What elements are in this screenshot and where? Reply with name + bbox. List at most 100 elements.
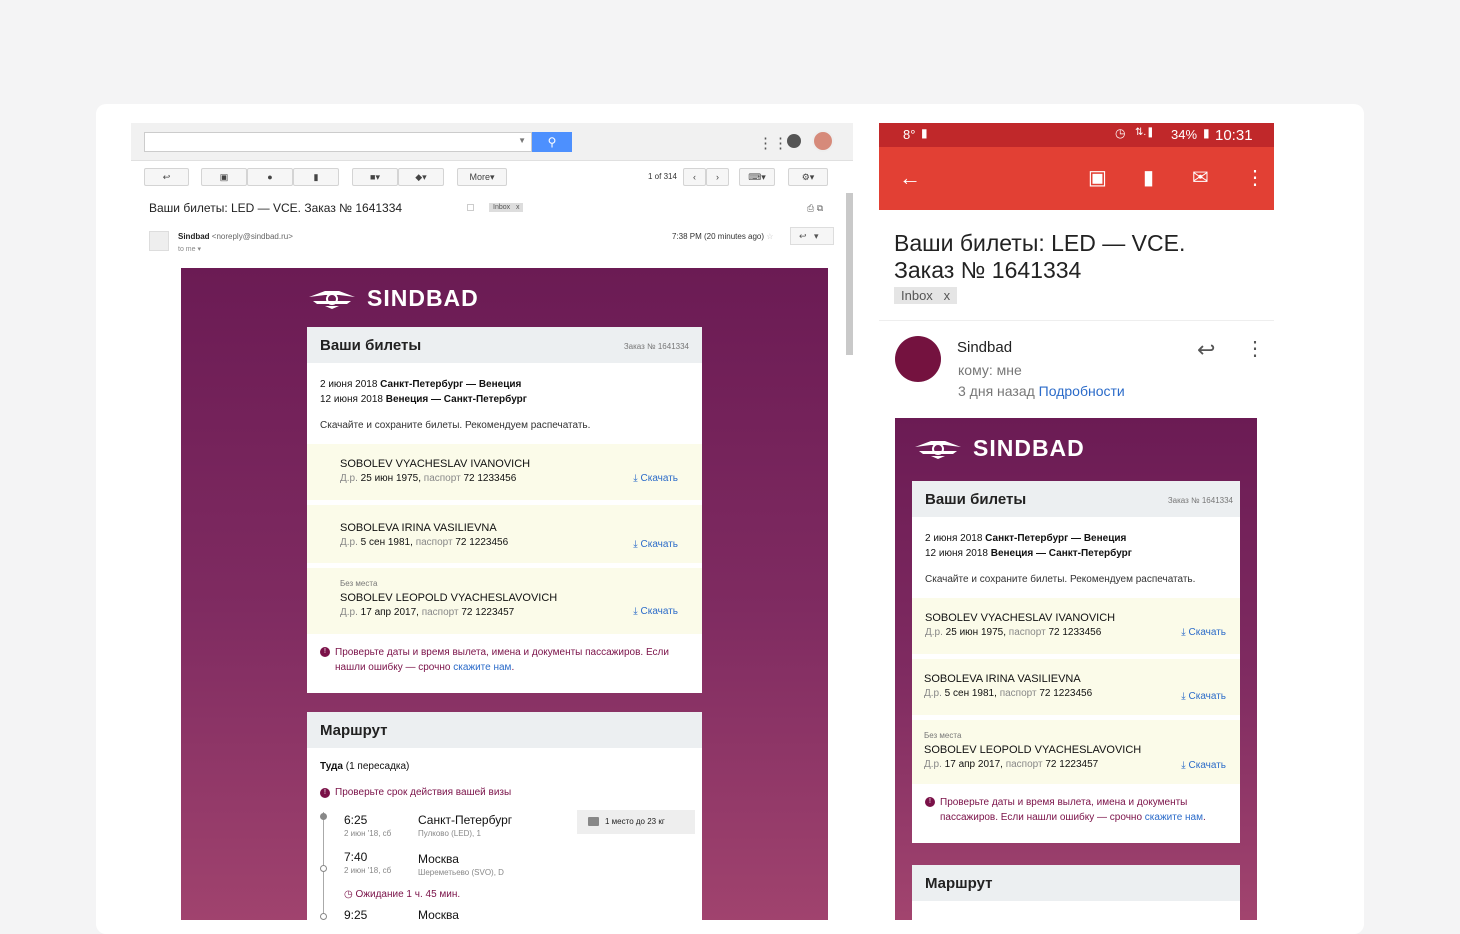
labels-button[interactable]: ◆▾ (398, 168, 444, 186)
order-number: Заказ № 1641334 (1167, 496, 1233, 505)
back-arrow-icon[interactable]: ← (899, 167, 921, 189)
inbox-label[interactable]: Inbox x (489, 203, 524, 212)
gmail-topbar: ▼ ⚲ ⋮⋮ (131, 123, 853, 161)
passenger-details: Д.р. 25 июн 1975, паспорт 72 1233456 (340, 473, 517, 484)
download-link[interactable]: ⤓ Скачать (1181, 627, 1226, 638)
details-link[interactable]: Подробности (1039, 383, 1125, 399)
reply-icon[interactable]: ↩ (1197, 337, 1215, 363)
no-seat-note: Без места (924, 731, 962, 740)
brand-logo: SINDBAD (307, 285, 479, 312)
chevron-down-icon[interactable]: ▼ (518, 136, 526, 145)
report-spam-button[interactable]: ● (247, 168, 293, 186)
passenger-row: Без места SOBOLEV LEOPOLD VYACHESLAVOVIC… (912, 720, 1240, 784)
download-link[interactable]: ⤓ Скачать (633, 473, 678, 484)
tell-us-link[interactable]: скажите нам (1145, 812, 1203, 823)
route-date: 2 июня 2018 (925, 533, 983, 544)
brand-name: SINDBAD (367, 285, 479, 311)
dob-label: Д.р. (340, 537, 358, 548)
download-icon: ⤓ (633, 606, 638, 617)
passenger-name: SOBOLEV VYACHESLAV IVANOVICH (925, 612, 1116, 624)
download-link[interactable]: ⤓ Скачать (633, 606, 678, 617)
apps-grid-icon[interactable]: ⋮⋮ (758, 134, 788, 152)
status-battery: 34% (1171, 127, 1198, 142)
star-icon[interactable]: ☆ (766, 232, 773, 241)
download-link[interactable]: ⤓ Скачать (1181, 691, 1226, 702)
page-counter: 1 of 314 (648, 172, 677, 181)
passport: 72 1223456 (1039, 688, 1093, 699)
download-label: Скачать (1188, 760, 1227, 771)
gmail-android-window: 8° ▮ ◷ ⇅.❚ 34% ▮ 10:31 ← ▣ ▮ ✉ ⋮ Ваши би… (879, 123, 1274, 920)
recipient-line[interactable]: to me ▾ (178, 245, 201, 253)
sender-avatar (895, 336, 941, 382)
dob: 25 июн 1975 (945, 627, 1004, 638)
search-input[interactable]: ▼ (144, 132, 532, 152)
download-link[interactable]: ⤓ Скачать (633, 539, 678, 550)
reply-button[interactable]: ↩ ▾ (790, 227, 834, 245)
avatar[interactable] (812, 130, 834, 152)
subject-line-1: Ваши билеты: LED — VCE. (894, 230, 1186, 256)
folder-icon: ■▾ (370, 172, 380, 182)
newer-button[interactable]: ‹ (683, 168, 706, 186)
segment-city: Москва (418, 852, 459, 866)
mail-icon[interactable]: ✉ (1192, 167, 1209, 189)
passenger-name: SOBOLEVA IRINA VASILIEVNA (340, 522, 497, 534)
layover-text: Ожидание 1 ч. 45 мин. (355, 889, 461, 900)
search-button[interactable]: ⚲ (532, 132, 572, 152)
download-label: Скачать (1188, 627, 1227, 638)
tell-us-link[interactable]: скажите нам (453, 662, 511, 673)
layover-note: ◷ Ожидание 1 ч. 45 мин. (344, 889, 460, 900)
archive-icon[interactable]: ▣ (1088, 167, 1107, 189)
subject-line-2: Заказ № 1641334 (894, 257, 1082, 283)
more-button[interactable]: More▾ (457, 168, 507, 186)
passenger-details: Д.р. 5 сен 1981, паспорт 72 1223456 (924, 688, 1093, 699)
passenger-name: SOBOLEVA IRINA VASILIEVNA (924, 673, 1081, 685)
inbox-label[interactable]: Inbox x (894, 287, 958, 304)
tickets-header: Ваши билеты Заказ № 1641334 (307, 327, 702, 363)
move-to-button[interactable]: ■▾ (352, 168, 398, 186)
route-line-2: 12 июня 2018 Венеция — Санкт-Петербург (320, 392, 689, 407)
check-warning: ! Проверьте даты и время вылета, имена и… (307, 634, 702, 693)
direction-label: Туда (320, 761, 343, 772)
older-button[interactable]: › (706, 168, 729, 186)
print-icon[interactable]: ⎙ ⧉ (807, 203, 823, 214)
search-icon: ⚲ (547, 135, 557, 149)
passport: 72 1223457 (1045, 759, 1099, 770)
gear-icon: ⚙▾ (801, 172, 815, 182)
notifications-icon[interactable] (787, 134, 801, 148)
sender-email: <noreply@sindbad.ru> (211, 232, 293, 241)
delete-button[interactable]: ▮ (293, 168, 339, 186)
passenger-row: SOBOLEV VYACHESLAV IVANOVICH Д.р. 25 июн… (307, 444, 702, 500)
scrollbar[interactable] (846, 193, 853, 355)
sender-line: Sindbad <noreply@sindbad.ru> (178, 232, 293, 241)
archive-button[interactable]: ▣ (201, 168, 247, 186)
route-card: Маршрут (912, 865, 1240, 920)
input-tools-button[interactable]: ⌨▾ (739, 168, 775, 186)
passenger-row: SOBOLEV VYACHESLAV IVANOVICH Д.р. 25 июн… (912, 598, 1240, 654)
back-button[interactable]: ↩ (144, 168, 189, 186)
important-marker-icon[interactable] (467, 204, 474, 211)
settings-button[interactable]: ⚙▾ (788, 168, 828, 186)
overflow-menu-icon[interactable]: ⋮ (1245, 336, 1265, 361)
overflow-menu-icon[interactable]: ⋮ (1245, 167, 1265, 189)
more-label: More (469, 172, 490, 182)
route-summary: 2 июня 2018 Санкт-Петербург — Венеция 12… (307, 363, 702, 407)
direction-note: (1 пересадка) (345, 761, 410, 772)
email-subject: Ваши билеты: LED — VCE. Заказ № 1641334 (894, 230, 1185, 284)
remove-label-icon[interactable]: x (516, 204, 520, 211)
download-link[interactable]: ⤓ Скачать (1181, 760, 1226, 771)
passenger-details: Д.р. 5 сен 1981, паспорт 72 1223456 (340, 537, 509, 548)
baggage-badge: 1 место до 23 кг (577, 810, 695, 834)
route-cities: Венеция — Санкт-Петербург (385, 394, 527, 405)
check-warning: ! Проверьте даты и время вылета, имена и… (912, 784, 1240, 843)
dob-label: Д.р. (925, 627, 943, 638)
passport-label: паспорт (423, 473, 461, 484)
gmail-toolbar: ↩ ▣ ● ▮ ■▾ ◆▾ More▾ 1 of 314 ‹ › ⌨▾ ⚙▾ (131, 161, 853, 191)
clock-icon: ◷ (344, 889, 353, 900)
email-time-text: 7:38 PM (20 minutes ago) (672, 232, 765, 241)
remove-label-icon[interactable]: x (944, 288, 951, 303)
signal-icon: ⇅.❚ (1135, 127, 1155, 138)
trash-icon[interactable]: ▮ (1143, 167, 1154, 189)
no-seat-note: Без места (340, 579, 378, 588)
dob: 25 июн 1975 (360, 473, 419, 484)
trash-icon: ▮ (313, 172, 319, 182)
